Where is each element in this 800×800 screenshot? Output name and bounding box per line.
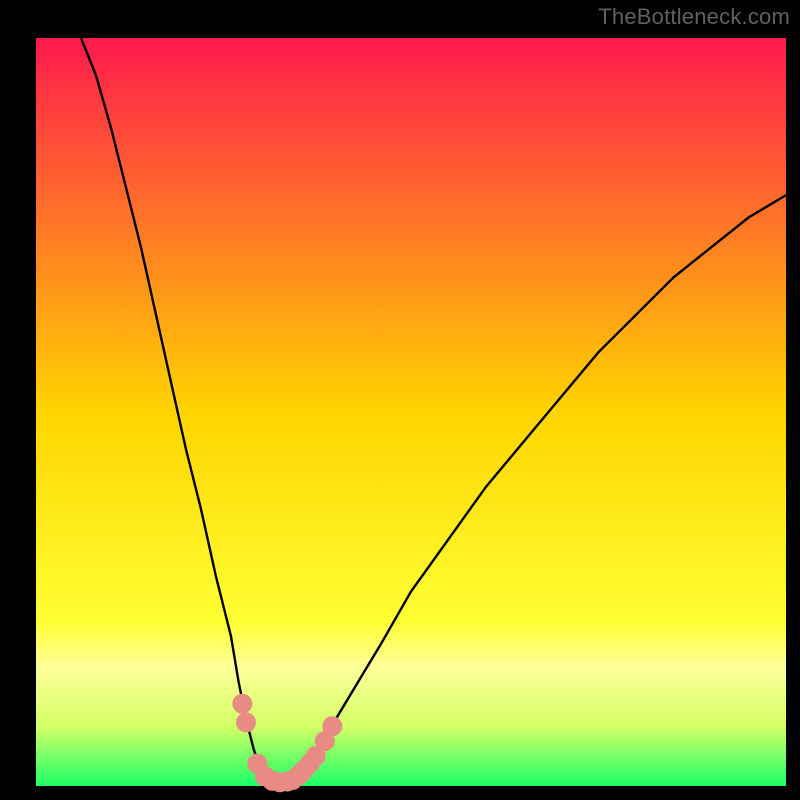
bottleneck-chart <box>0 0 800 800</box>
chart-frame: TheBottleneck.com <box>0 0 800 800</box>
watermark-text: TheBottleneck.com <box>598 4 790 30</box>
curve-marker <box>232 694 252 714</box>
curve-marker <box>236 712 256 732</box>
gradient-background <box>36 38 786 786</box>
curve-marker <box>322 716 342 736</box>
